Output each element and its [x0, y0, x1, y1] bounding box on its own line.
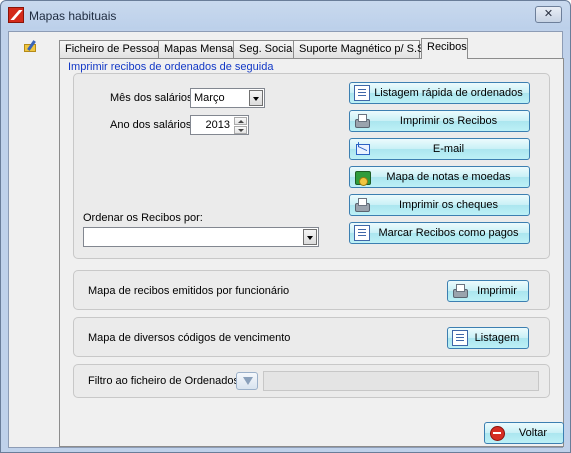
ano-label: Ano dos salários [110, 119, 192, 131]
mapa-recibos-group: Mapa de recibos emitidos por funcionário… [73, 270, 550, 310]
stop-icon [489, 425, 505, 441]
mes-label: Mês dos salários [110, 92, 193, 104]
imprimir-recibos-button[interactable]: Imprimir os Recibos [349, 110, 530, 132]
filtro-label: Filtro ao ficheiro de Ordenados [88, 375, 240, 387]
chevron-down-icon[interactable] [249, 90, 263, 106]
chevron-down-icon[interactable] [303, 229, 317, 245]
recibos-panel: Imprimir recibos de ordenados de seguida… [59, 58, 564, 447]
mapa-codigos-label: Mapa de diversos códigos de vencimento [88, 332, 291, 344]
listagem-rapida-button[interactable]: Listagem rápida de ordenados [349, 82, 530, 104]
recibos-group: Mês dos salários Março Ano dos salários … [73, 73, 550, 259]
mes-select[interactable]: Março [190, 88, 265, 108]
imprimir-mapa-recibos-button[interactable]: Imprimir [447, 280, 529, 302]
ordenar-select[interactable] [83, 227, 319, 247]
mapa-notas-button[interactable]: Mapa de notas e moedas [349, 166, 530, 188]
mapa-recibos-label: Mapa de recibos emitidos por funcionário [88, 285, 290, 297]
tab-ficheiro-pessoal[interactable]: Ficheiro de Pessoal [59, 40, 162, 58]
voltar-button[interactable]: Voltar [484, 422, 564, 444]
spin-down-icon[interactable] [234, 126, 247, 134]
document-icon [354, 85, 370, 101]
tab-recibos[interactable]: Recibos [421, 38, 468, 59]
tab-suporte-magnetico[interactable]: Suporte Magnético p/ S.S. [293, 40, 427, 58]
ano-value: 2013 [205, 119, 230, 131]
tab-mapas-mensais[interactable]: Mapas Mensais [158, 40, 241, 58]
edit-folder-icon[interactable] [23, 40, 39, 54]
printer-icon [354, 113, 370, 129]
ordenar-label: Ordenar os Recibos por: [83, 212, 203, 224]
document-icon [452, 330, 468, 346]
mes-value: Março [194, 92, 225, 104]
email-button[interactable]: E-mail [349, 138, 530, 160]
spin-up-icon[interactable] [234, 117, 247, 125]
recibos-heading: Imprimir recibos de ordenados de seguida [68, 61, 274, 73]
title-bar: Mapas habituais ✕ [1, 1, 570, 31]
close-button[interactable]: ✕ [535, 6, 562, 23]
filtro-group: Filtro ao ficheiro de Ordenados [73, 364, 550, 398]
imprimir-cheques-button[interactable]: Imprimir os cheques [349, 194, 530, 216]
listagem-codigos-button[interactable]: Listagem [447, 327, 529, 349]
window-title: Mapas habituais [29, 9, 117, 23]
money-icon [354, 169, 371, 186]
printer-icon [452, 283, 468, 299]
marcar-pagos-button[interactable]: Marcar Recibos como pagos [349, 222, 530, 244]
app-logo-icon [8, 7, 24, 23]
printer-icon [354, 197, 370, 213]
client-area: Ficheiro de Pessoal Mapas Mensais Seg. S… [8, 31, 564, 448]
filtro-field[interactable] [263, 371, 539, 391]
mapa-codigos-group: Mapa de diversos códigos de vencimento L… [73, 317, 550, 357]
tab-seg-social[interactable]: Seg. Social [233, 40, 295, 58]
document-icon [354, 225, 370, 241]
filter-icon[interactable] [236, 372, 258, 390]
main-window: Mapas habituais ✕ Ficheiro de Pessoal Ma… [0, 0, 571, 453]
ano-stepper[interactable]: 2013 [190, 115, 249, 135]
email-icon [354, 141, 370, 157]
